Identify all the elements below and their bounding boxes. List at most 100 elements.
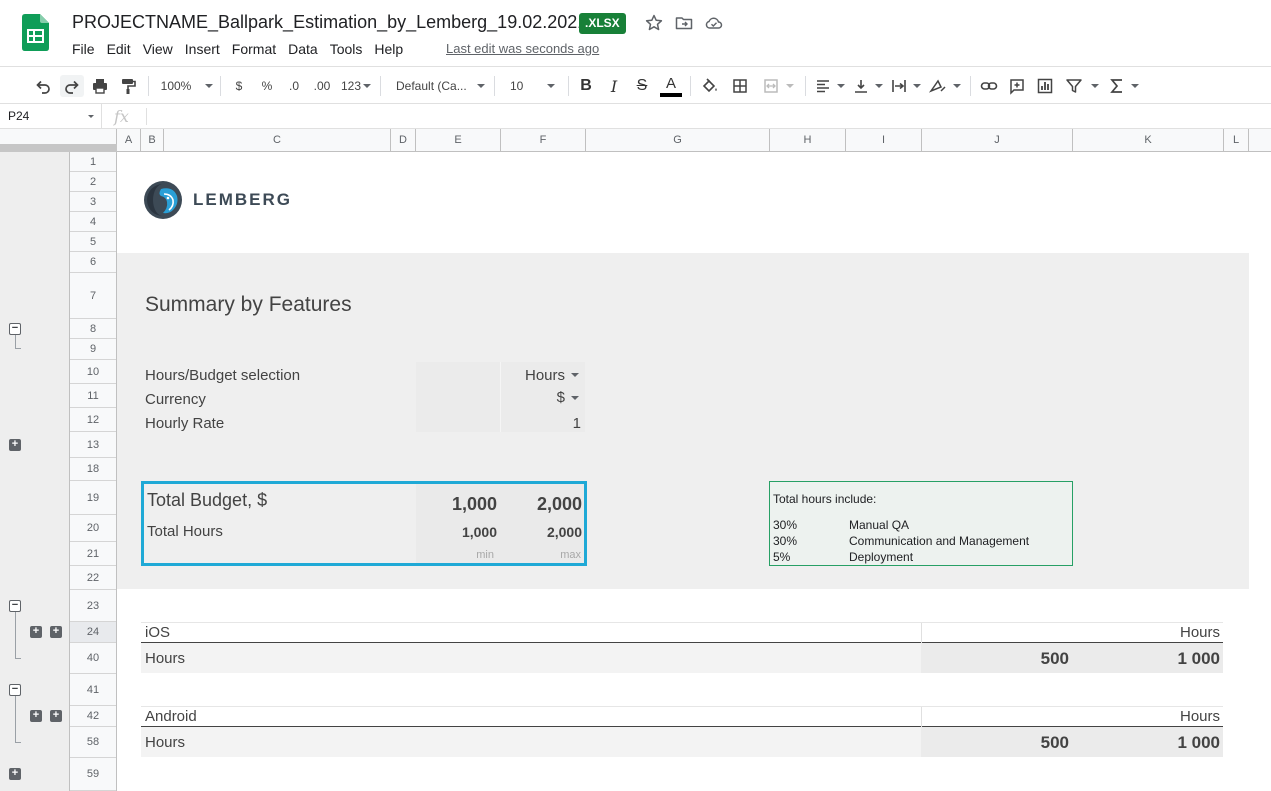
horizontal-align-button[interactable]: [814, 75, 846, 97]
menu-view[interactable]: View: [137, 40, 179, 60]
formula-input[interactable]: [150, 104, 1260, 128]
row-header[interactable]: 41: [70, 674, 116, 706]
star-icon[interactable]: [644, 13, 664, 33]
move-folder-icon[interactable]: [674, 13, 694, 33]
row-header[interactable]: 5: [70, 232, 116, 252]
insert-link-button[interactable]: [978, 75, 1000, 97]
row-header[interactable]: 4: [70, 212, 116, 232]
total-budget-max[interactable]: 2,000: [502, 494, 582, 515]
currency-dropdown[interactable]: $: [501, 386, 585, 410]
last-edit-link[interactable]: Last edit was seconds ago: [446, 41, 599, 56]
row-header[interactable]: 22: [70, 566, 116, 590]
borders-button[interactable]: [729, 75, 751, 97]
format-currency-button[interactable]: $: [230, 75, 248, 97]
row-header[interactable]: 20: [70, 515, 116, 542]
text-rotation-button[interactable]: [928, 75, 962, 97]
row-header[interactable]: 18: [70, 458, 116, 481]
row-header[interactable]: 23: [70, 590, 116, 622]
print-button[interactable]: [89, 75, 111, 97]
zoom-select[interactable]: 100%: [160, 75, 214, 97]
column-header-j[interactable]: J: [922, 129, 1073, 151]
increase-decimal-button[interactable]: .00: [310, 75, 334, 97]
column-header-e[interactable]: E: [416, 129, 501, 151]
section-total-max[interactable]: 1 000: [1140, 733, 1220, 753]
menu-format[interactable]: Format: [226, 40, 282, 60]
section-total-max[interactable]: 1 000: [1140, 649, 1220, 669]
menu-data[interactable]: Data: [282, 40, 324, 60]
column-header-k[interactable]: K: [1073, 129, 1224, 151]
column-header-f[interactable]: F: [501, 129, 586, 151]
row-header[interactable]: 21: [70, 542, 116, 566]
total-hours-max[interactable]: 2,000: [502, 524, 582, 540]
row-header[interactable]: 13: [70, 432, 116, 458]
insert-comment-button[interactable]: [1006, 75, 1028, 97]
column-header-l[interactable]: L: [1224, 129, 1249, 151]
bold-button[interactable]: B: [576, 75, 596, 97]
expand-group-icon[interactable]: +: [9, 439, 21, 451]
document-title[interactable]: PROJECTNAME_Ballpark_Estimation_by_Lembe…: [72, 12, 587, 33]
section-header-android[interactable]: [141, 706, 1223, 727]
section-total-min[interactable]: 500: [989, 733, 1069, 753]
column-header-g[interactable]: G: [586, 129, 770, 151]
google-sheets-logo-icon[interactable]: [22, 14, 49, 51]
menu-insert[interactable]: Insert: [179, 40, 226, 60]
undo-button[interactable]: [32, 75, 54, 97]
strikethrough-button[interactable]: S: [632, 75, 652, 97]
row-header[interactable]: 10: [70, 360, 116, 384]
format-percent-button[interactable]: %: [257, 75, 277, 97]
column-header-a[interactable]: A: [117, 129, 141, 151]
collapse-group-icon[interactable]: −: [9, 323, 21, 335]
column-header-d[interactable]: D: [391, 129, 416, 151]
row-header[interactable]: 59: [70, 758, 116, 791]
row-header[interactable]: 11: [70, 384, 116, 408]
merge-cells-button[interactable]: [758, 75, 798, 97]
font-size-select[interactable]: 10: [504, 75, 562, 97]
font-family-select[interactable]: Default (Ca...: [390, 75, 486, 97]
filter-button[interactable]: [1062, 75, 1102, 97]
row-header[interactable]: 40: [70, 643, 116, 674]
text-color-button[interactable]: A: [660, 75, 682, 97]
hours-budget-dropdown[interactable]: Hours: [501, 362, 585, 386]
insert-chart-button[interactable]: [1034, 75, 1056, 97]
row-header[interactable]: 42: [70, 706, 116, 727]
row-header[interactable]: 3: [70, 192, 116, 212]
italic-button[interactable]: I: [604, 75, 624, 97]
name-box[interactable]: P24: [0, 104, 102, 128]
functions-button[interactable]: [1108, 75, 1140, 97]
column-header-b[interactable]: B: [141, 129, 164, 151]
expand-group-icon[interactable]: +: [50, 626, 62, 638]
more-formats-button[interactable]: 123: [339, 75, 373, 97]
collapse-group-icon[interactable]: −: [9, 684, 21, 696]
menu-tools[interactable]: Tools: [324, 40, 369, 60]
row-header[interactable]: 58: [70, 727, 116, 758]
hourly-rate-value[interactable]: 1: [553, 415, 581, 432]
column-header-c[interactable]: C: [164, 129, 391, 151]
text-wrapping-button[interactable]: [890, 75, 922, 97]
decrease-decimal-button[interactable]: .0: [283, 75, 305, 97]
collapse-group-icon[interactable]: −: [9, 600, 21, 612]
sheet-grid[interactable]: LEMBERG Summary by Features Hours/Budget…: [117, 152, 1271, 791]
row-header[interactable]: 12: [70, 408, 116, 432]
column-header-h[interactable]: H: [770, 129, 846, 151]
menu-help[interactable]: Help: [368, 40, 409, 60]
row-header[interactable]: 6: [70, 252, 116, 273]
row-header[interactable]: 7: [70, 273, 116, 319]
redo-button[interactable]: [60, 75, 84, 97]
row-header[interactable]: 9: [70, 339, 116, 360]
expand-group-icon[interactable]: +: [50, 710, 62, 722]
fill-color-button[interactable]: [699, 75, 721, 97]
column-header-i[interactable]: I: [846, 129, 922, 151]
vertical-align-button[interactable]: [852, 75, 884, 97]
expand-group-icon[interactable]: +: [9, 768, 21, 780]
menu-edit[interactable]: Edit: [101, 40, 137, 60]
section-header-ios[interactable]: [141, 622, 1223, 643]
cloud-saved-icon[interactable]: [704, 13, 724, 33]
row-header[interactable]: 19: [70, 481, 116, 515]
total-budget-min[interactable]: 1,000: [417, 494, 497, 515]
row-header[interactable]: 2: [70, 172, 116, 192]
section-total-min[interactable]: 500: [989, 649, 1069, 669]
row-header[interactable]: 8: [70, 319, 116, 339]
total-hours-min[interactable]: 1,000: [417, 524, 497, 540]
paint-format-button[interactable]: [117, 75, 139, 97]
expand-group-icon[interactable]: +: [30, 710, 42, 722]
